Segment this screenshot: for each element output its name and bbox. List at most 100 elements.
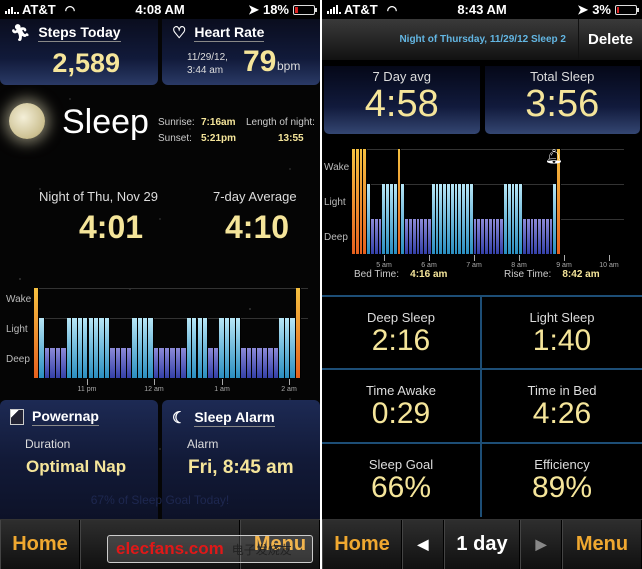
night-length-label: Length of night: bbox=[246, 117, 315, 128]
watermark: elecfans.com 电子发烧友 bbox=[107, 535, 313, 563]
nav-title: Night of Thursday, 11/29/12 Sleep 2 bbox=[399, 34, 566, 45]
y-label-deep: Deep bbox=[6, 354, 30, 365]
signal-icon bbox=[5, 5, 19, 14]
delete-button[interactable]: Delete bbox=[578, 19, 642, 60]
powernap-duration-value: Optimal Nap bbox=[26, 457, 127, 476]
stat-label: Efficiency bbox=[534, 456, 590, 472]
x-tick: 9 am bbox=[549, 255, 579, 269]
stat-value: 2:16 bbox=[371, 324, 431, 357]
x-tick: 5 am bbox=[369, 255, 399, 269]
carrier: AT&T bbox=[344, 2, 378, 17]
sleep-chart[interactable]: Wake Light Deep 🔔︎ 5 am 6 am 7 am 8 am 9… bbox=[322, 140, 642, 270]
seven-day-avg-card: 7 Day avg 4:58 bbox=[324, 66, 480, 134]
alarm-label: Alarm bbox=[187, 437, 219, 451]
location-icon: ➤ bbox=[248, 1, 259, 17]
night-label: Night of Thu, Nov 29 bbox=[39, 189, 158, 204]
total-sleep-card: Total Sleep 3:56 bbox=[484, 66, 640, 134]
seven-day-avg-label: 7 Day avg bbox=[372, 69, 432, 84]
heart-rate-value: 79 bbox=[243, 45, 277, 78]
total-sleep-label: Total Sleep bbox=[530, 69, 595, 84]
x-tick: 7 am bbox=[459, 255, 489, 269]
signal-icon bbox=[327, 5, 341, 14]
triangle-left-icon: ◀ bbox=[417, 536, 429, 552]
watermark-site: elecfans.com bbox=[116, 539, 224, 558]
heart-rate-timestamp: 11/29/12, 3:44 am bbox=[187, 51, 228, 77]
range-label[interactable]: 1 day bbox=[444, 520, 520, 569]
home-button[interactable]: Home bbox=[322, 520, 402, 569]
left-screen: AT&T ◠ 4:08 AM ➤ 18% 🏃︎ Steps Today 2,58… bbox=[0, 0, 320, 569]
stat-value: 1:40 bbox=[532, 324, 592, 357]
sleep-chart[interactable]: Wake Light Deep 11 pm 12 am 1 am 2 am bbox=[0, 284, 320, 394]
bed-time-value: 4:16 am bbox=[410, 269, 448, 280]
rise-time: Rise Time: 8:42 am bbox=[504, 269, 600, 280]
stat-value: 4:26 bbox=[532, 397, 592, 431]
heart-rate-unit: bpm bbox=[277, 59, 301, 73]
sunrise-value: 7:16am bbox=[201, 117, 236, 128]
wifi-icon: ◠ bbox=[386, 2, 398, 17]
total-sleep-value: 3:56 bbox=[525, 83, 600, 125]
battery-icon bbox=[615, 4, 639, 15]
wifi-icon: ◠ bbox=[64, 2, 76, 17]
heart-rate-time: 3:44 am bbox=[187, 65, 224, 76]
y-label-light: Light bbox=[6, 324, 28, 335]
heart-icon: ♡ bbox=[172, 25, 187, 42]
y-label-light: Light bbox=[324, 197, 346, 208]
powernap-title[interactable]: Powernap bbox=[32, 408, 99, 426]
stat-value: 89% bbox=[531, 470, 593, 504]
y-label-wake: Wake bbox=[6, 294, 32, 305]
y-label-deep: Deep bbox=[324, 232, 348, 243]
next-range-button[interactable]: ▶ bbox=[520, 520, 562, 569]
rise-time-label: Rise Time: bbox=[504, 269, 552, 280]
home-button[interactable]: Home bbox=[0, 520, 80, 569]
stat-time-awake: Time Awake 0:29 bbox=[322, 370, 482, 444]
heart-rate-card[interactable]: ♡ Heart Rate 11/29/12, 3:44 am 79 bpm bbox=[162, 19, 320, 85]
heart-rate-title[interactable]: Heart Rate bbox=[194, 24, 265, 42]
avg-label: 7-day Average bbox=[213, 189, 297, 204]
menu-button[interactable]: Menu bbox=[562, 520, 642, 569]
sleep-goal-banner: 67% of Sleep Goal Today! bbox=[90, 493, 230, 507]
x-tick: 1 am bbox=[207, 379, 237, 393]
stat-label: Sleep Goal bbox=[368, 456, 434, 472]
moon-stars-icon: ☾ bbox=[172, 410, 187, 427]
moon-icon bbox=[9, 103, 45, 139]
stat-label: Light Sleep bbox=[529, 310, 595, 325]
bars bbox=[352, 149, 624, 254]
avg-value: 4:10 bbox=[225, 209, 290, 245]
sleep-alarm-title[interactable]: Sleep Alarm bbox=[194, 409, 275, 427]
stat-deep-sleep: Deep Sleep 2:16 bbox=[322, 297, 482, 371]
night-value: 4:01 bbox=[79, 209, 144, 245]
triangle-right-icon: ▶ bbox=[535, 536, 547, 552]
stats-grid: Deep Sleep 2:16 Light Sleep 1:40 Time Awak… bbox=[322, 295, 642, 517]
heart-rate-date: 11/29/12, bbox=[187, 52, 228, 63]
sunset-label: Sunset: bbox=[158, 133, 192, 144]
bars bbox=[34, 288, 308, 378]
steps-title[interactable]: Steps Today bbox=[38, 24, 121, 42]
bar-wake bbox=[295, 288, 302, 378]
running-person-icon: 🏃︎ bbox=[10, 25, 31, 42]
status-bar: AT&T ◠ 8:43 AM ➤ 3% bbox=[322, 0, 642, 19]
stat-label: Time in Bed bbox=[527, 383, 597, 399]
bed-time-label: Bed Time: bbox=[354, 269, 400, 280]
nav-bar: Night of Thursday, 11/29/12 Sleep 2 Dele… bbox=[322, 19, 642, 60]
powernap-duration-label: Duration bbox=[25, 437, 71, 451]
sleep-title: Sleep bbox=[62, 103, 149, 141]
x-tick: 6 am bbox=[414, 255, 444, 269]
sunrise-label: Sunrise: bbox=[158, 117, 195, 128]
stat-value: 0:29 bbox=[371, 397, 431, 431]
seven-day-avg-value: 4:58 bbox=[364, 83, 439, 125]
sunset-value: 5:21pm bbox=[201, 133, 237, 144]
steps-value: 2,589 bbox=[52, 48, 120, 78]
stat-value: 66% bbox=[370, 470, 432, 504]
powernap-icon bbox=[10, 409, 24, 425]
watermark-cn: 电子发烧友 bbox=[231, 542, 292, 557]
rise-time-value: 8:42 am bbox=[562, 269, 600, 280]
prev-range-button[interactable]: ◀ bbox=[402, 520, 444, 569]
x-tick: 2 am bbox=[274, 379, 304, 393]
right-screen: AT&T ◠ 8:43 AM ➤ 3% Night of Thursday, 1… bbox=[322, 0, 642, 569]
x-tick: 12 am bbox=[139, 379, 169, 393]
steps-card[interactable]: 🏃︎ Steps Today 2,589 bbox=[0, 19, 158, 85]
status-bar: AT&T ◠ 4:08 AM ➤ 18% bbox=[0, 0, 320, 19]
stat-sleep-goal: Sleep Goal 66% bbox=[322, 443, 482, 517]
stat-efficiency: Efficiency 89% bbox=[482, 444, 642, 517]
battery-icon bbox=[293, 4, 317, 15]
